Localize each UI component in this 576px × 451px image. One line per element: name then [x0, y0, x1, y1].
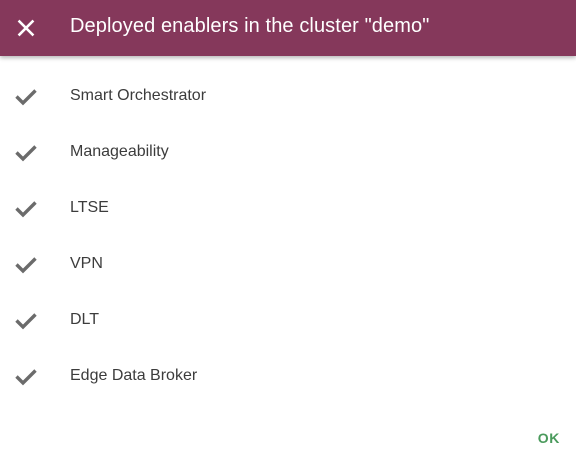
check-icon — [14, 308, 38, 332]
enabler-list: Smart Orchestrator Manageability LTSE VP… — [0, 68, 576, 404]
list-item: DLT — [0, 292, 576, 348]
list-item: Edge Data Broker — [0, 348, 576, 404]
list-item: Manageability — [0, 124, 576, 180]
check-icon — [14, 196, 38, 220]
enabler-label: LTSE — [70, 199, 109, 216]
check-icon — [14, 140, 38, 164]
check-icon — [14, 252, 38, 276]
dialog-header: Deployed enablers in the cluster "demo" — [0, 0, 576, 56]
ok-button[interactable]: OK — [538, 430, 560, 446]
dialog-title: Deployed enablers in the cluster "demo" — [70, 15, 430, 37]
enabler-label: VPN — [70, 255, 103, 272]
list-item: VPN — [0, 236, 576, 292]
enabler-label: DLT — [70, 311, 100, 328]
check-icon — [14, 364, 38, 388]
enabler-label: Smart Orchestrator — [70, 87, 207, 104]
enablers-dialog: Deployed enablers in the cluster "demo" … — [0, 0, 576, 451]
close-icon[interactable] — [14, 16, 38, 40]
list-item: Smart Orchestrator — [0, 68, 576, 124]
enabler-label: Edge Data Broker — [70, 367, 198, 384]
list-item: LTSE — [0, 180, 576, 236]
check-icon — [14, 84, 38, 108]
enabler-label: Manageability — [70, 143, 169, 160]
